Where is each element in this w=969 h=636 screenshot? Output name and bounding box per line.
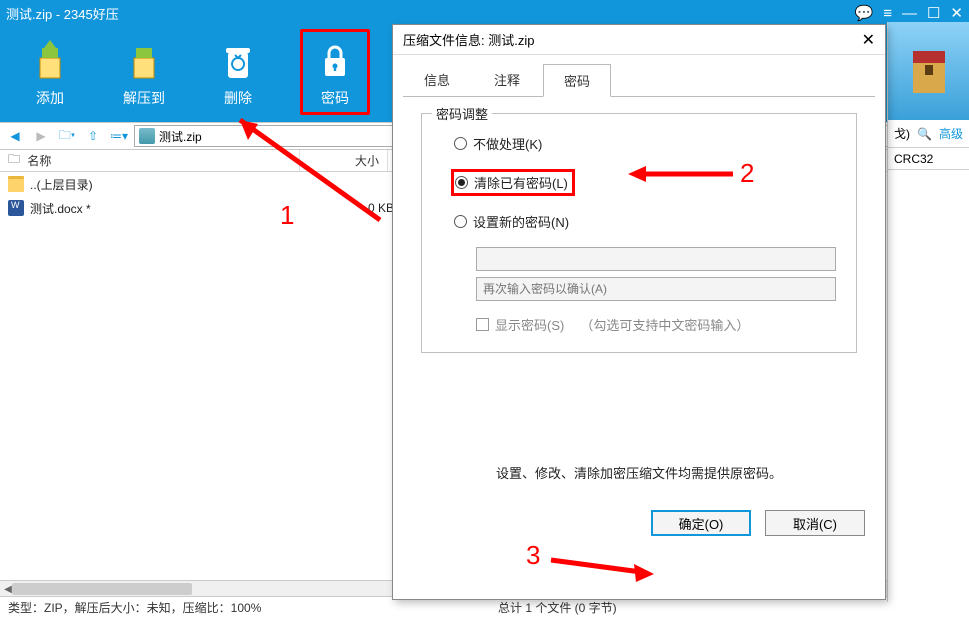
col-name[interactable]: 🗀 名称 <box>0 150 300 171</box>
lock-icon <box>311 36 359 84</box>
window-controls: 💬 ≡ — ☐ ✕ <box>855 4 963 22</box>
extract-icon <box>120 36 168 84</box>
dialog-note: 设置、修改、清除加密压缩文件均需提供原密码。 <box>421 463 857 482</box>
dialog-panel: 密码调整 不做处理(K) 清除已有密码(L) 设置新的密码(N) 显示密码(S)… <box>393 97 885 498</box>
delete-label: 删除 <box>224 88 252 108</box>
password-group: 密码调整 不做处理(K) 清除已有密码(L) 设置新的密码(N) 显示密码(S)… <box>421 113 857 353</box>
radio-clear[interactable]: 清除已有密码(L) <box>451 169 575 196</box>
radio-none[interactable]: 不做处理(K) <box>454 134 842 153</box>
delete-button[interactable]: 删除 <box>206 32 270 112</box>
status-right: 总计 1 个文件 (0 字节) <box>498 599 617 616</box>
cancel-button[interactable]: 取消(C) <box>765 510 865 536</box>
window-title: 测试.zip - 2345好压 <box>6 4 855 23</box>
new-password-input[interactable] <box>476 247 836 271</box>
bg-nav: 戈) 🔍 高级 <box>888 120 969 148</box>
archive-icon <box>139 128 155 144</box>
radio-icon <box>455 176 468 189</box>
background-window: 戈) 🔍 高级 CRC32 <box>887 22 969 602</box>
show-password-hint: （勾选可支持中文密码输入） <box>580 315 749 334</box>
nav-view-icon[interactable]: ≔▾ <box>108 126 130 146</box>
minimize-icon[interactable]: — <box>902 5 917 22</box>
radio-set[interactable]: 设置新的密码(N) <box>454 212 842 231</box>
bg-archive-icon <box>905 43 953 99</box>
dialog-title: 压缩文件信息: 测试.zip <box>403 30 862 49</box>
col-size[interactable]: 大小 <box>300 150 388 171</box>
folder-icon <box>8 176 24 192</box>
group-title: 密码调整 <box>432 104 492 123</box>
maximize-icon[interactable]: ☐ <box>927 4 940 22</box>
bg-toolbar <box>888 22 969 120</box>
status-left: 类型：ZIP，解压后大小：未知，压缩比：100% <box>8 599 498 616</box>
add-label: 添加 <box>36 88 64 108</box>
col-crc[interactable]: CRC32 <box>888 148 969 170</box>
radio-icon <box>454 137 467 150</box>
dropdown-icon[interactable]: ≡ <box>883 5 892 22</box>
dialog-close-icon[interactable]: ✕ <box>862 30 875 50</box>
nav-folder-icon[interactable]: 🗀▾ <box>56 126 78 146</box>
search-icon[interactable]: 🔍 <box>917 127 932 141</box>
path-text: 测试.zip <box>159 128 202 145</box>
confirm-password-input[interactable] <box>476 277 836 301</box>
add-icon <box>26 36 74 84</box>
close-icon[interactable]: ✕ <box>950 4 963 22</box>
password-button[interactable]: 密码 <box>300 29 370 115</box>
add-button[interactable]: 添加 <box>18 32 82 112</box>
dialog-tabs: 信息 注释 密码 <box>393 55 885 96</box>
scroll-thumb[interactable] <box>12 583 192 595</box>
nav-fwd-icon[interactable]: ▶ <box>30 126 52 146</box>
bg-adv[interactable]: 高级 <box>939 125 963 142</box>
tab-comment[interactable]: 注释 <box>473 63 541 96</box>
dialog-titlebar: 压缩文件信息: 测试.zip ✕ <box>393 25 885 55</box>
titlebar: 测试.zip - 2345好压 💬 ≡ — ☐ ✕ <box>0 0 969 26</box>
file-name: ..(上层目录) <box>30 176 306 193</box>
trash-icon <box>214 36 262 84</box>
tab-info[interactable]: 信息 <box>403 63 471 96</box>
password-dialog: 压缩文件信息: 测试.zip ✕ 信息 注释 密码 密码调整 不做处理(K) 清… <box>392 24 886 600</box>
extract-label: 解压到 <box>123 88 165 108</box>
tab-password[interactable]: 密码 <box>543 64 611 97</box>
show-password-checkbox[interactable]: 显示密码(S) （勾选可支持中文密码输入） <box>476 315 842 334</box>
file-size: 0 KB <box>306 201 394 215</box>
extract-button[interactable]: 解压到 <box>112 32 176 112</box>
nav-back-icon[interactable]: ◀ <box>4 126 26 146</box>
dialog-buttons: 确定(O) 取消(C) <box>393 498 885 548</box>
docx-icon <box>8 200 24 216</box>
password-label: 密码 <box>321 88 349 108</box>
nav-up-icon[interactable]: ⇧ <box>82 126 104 146</box>
ok-button[interactable]: 确定(O) <box>651 510 751 536</box>
checkbox-icon <box>476 318 489 331</box>
speech-icon[interactable]: 💬 <box>855 4 874 22</box>
file-name: 测试.docx * <box>30 200 306 217</box>
radio-icon <box>454 215 467 228</box>
